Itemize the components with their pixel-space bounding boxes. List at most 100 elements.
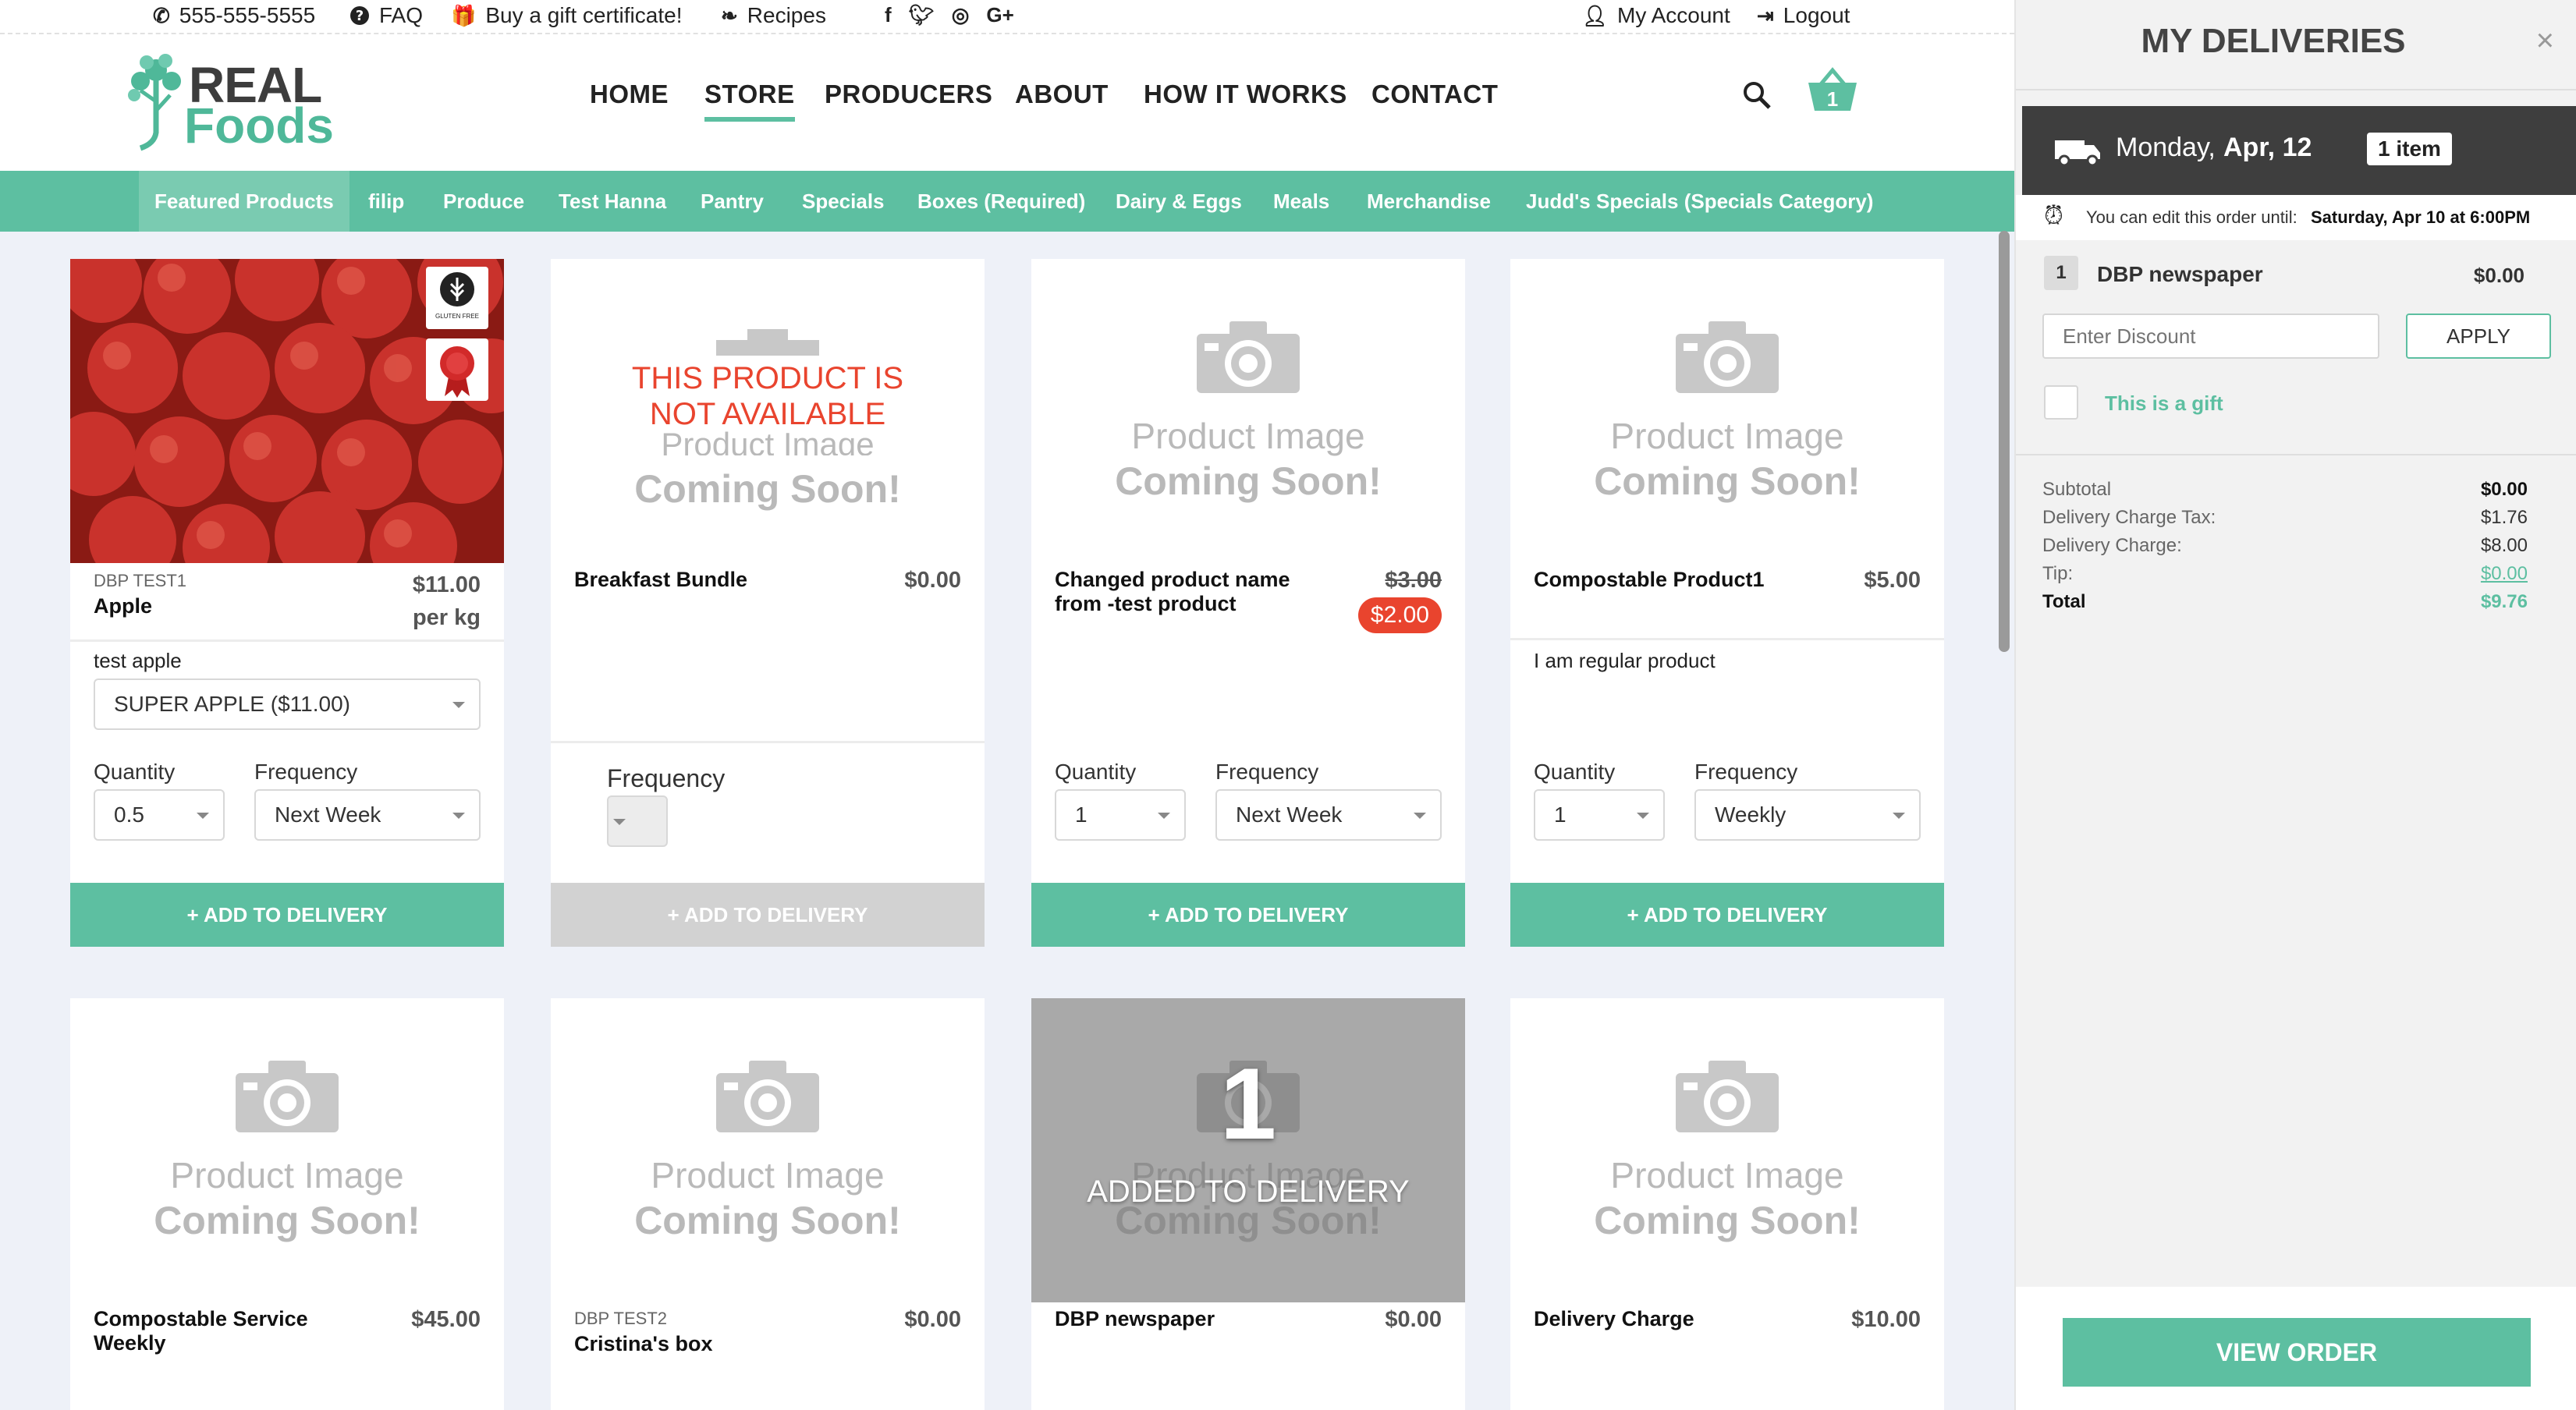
divider [551,741,985,743]
category-pantry[interactable]: Pantry [685,171,779,232]
gift-label[interactable]: This is a gift [2105,391,2223,416]
category-filip[interactable]: filip [353,171,420,232]
divider [2016,89,2576,90]
placeholder-line1: Product Image [170,1155,404,1196]
product-image-placeholder[interactable]: Product Image Coming Soon! [70,998,504,1302]
view-order-button[interactable]: VIEW ORDER [2063,1318,2531,1387]
line-item-name[interactable]: DBP newspaper [2097,262,2263,287]
category-featured-products[interactable]: Featured Products [139,171,349,232]
product-price: $10.00 [1851,1307,1921,1332]
product-name[interactable]: Apple [94,594,359,618]
phone-number: 555-555-5555 [179,3,316,27]
category-merchandise[interactable]: Merchandise [1351,171,1506,232]
nav-how-it-works[interactable]: HOW IT WORKS [1144,80,1347,109]
product-card: Product Image Coming Soon! Compostable S… [70,998,504,1410]
close-icon[interactable]: × [2536,23,2554,58]
placeholder-line1: Product Image [651,1155,885,1196]
quantity-select[interactable]: 1 [1534,789,1665,841]
product-image-placeholder[interactable]: Product Image Coming Soon! [551,998,985,1302]
add-to-delivery-button[interactable]: + ADD TO DELIVERY [551,883,985,947]
product-name[interactable]: Changed product name from -test product [1055,568,1320,616]
frequency-label: Frequency [254,760,358,784]
gift-checkbox[interactable] [2044,385,2078,420]
cart-button[interactable]: 1 [1805,67,1860,114]
question-icon: ? [350,6,369,25]
alarm-clock-icon: ⏰︎ [2044,201,2063,229]
sidebar-title: MY DELIVERIES [2141,22,2406,60]
items-badge: 1 item [2367,133,2452,165]
nav-producers[interactable]: PRODUCERS [825,80,992,109]
delivery-date-bar[interactable]: Monday, Apr, 12 1 item [2022,106,2576,195]
phone-link[interactable]: ✆ 555-555-5555 [153,3,315,28]
frequency-select[interactable]: Next Week [1215,789,1442,841]
category-dairy-eggs[interactable]: Dairy & Eggs [1100,171,1258,232]
page-scrollbar[interactable] [1999,231,2010,652]
totals-row: Tip: $0.00 [2042,563,2528,585]
product-image-placeholder[interactable]: Product Image Coming Soon! [1510,259,1944,563]
frequency-label: Frequency [1215,760,1319,784]
apply-discount-button[interactable]: APPLY [2406,314,2551,359]
product-price: $0.00 [904,568,961,593]
product-name[interactable]: Cristina's box [574,1332,839,1356]
twitter-icon[interactable]: 🐦︎ [909,3,935,27]
nav-home[interactable]: HOME [590,80,669,109]
discount-input[interactable] [2042,314,2379,359]
product-image[interactable]: GLUTEN FREE [70,259,504,563]
added-count: 1 [1219,1047,1277,1160]
category-boxes[interactable]: Boxes (Required) [902,171,1101,232]
instagram-icon[interactable]: ◎ [952,3,970,27]
category-bar: Featured Products filip Produce Test Han… [0,171,2014,232]
category-judds-specials[interactable]: Judd's Specials (Specials Category) [1510,171,1889,232]
google-plus-icon[interactable]: G+ [986,3,1013,27]
nav-about[interactable]: ABOUT [1015,80,1109,109]
recipes-link[interactable]: ❧ Recipes [721,3,826,28]
search-icon[interactable] [1741,80,1772,111]
frequency-select[interactable]: Weekly [1694,789,1921,841]
quantity-label: Quantity [1534,760,1616,784]
product-name[interactable]: Compostable Product1 [1534,568,1799,592]
chevron-down-icon [1893,813,1905,819]
nav-contact[interactable]: CONTACT [1371,80,1498,109]
add-to-delivery-button[interactable]: + ADD TO DELIVERY [1031,883,1465,947]
quantity-select[interactable]: 0.5 [94,789,225,841]
frequency-select[interactable]: Next Week [254,789,481,841]
product-image-placeholder[interactable]: Product Image Coming Soon! [1031,259,1465,563]
product-name[interactable]: DBP newspaper [1055,1307,1320,1331]
nav-store[interactable]: STORE [704,80,795,122]
add-to-delivery-button[interactable]: + ADD TO DELIVERY [70,883,504,947]
frequency-label: Frequency [607,764,726,792]
product-name[interactable]: Compostable Service Weekly [94,1307,359,1355]
logo[interactable]: REAL Foods [117,47,334,156]
totals-row: Total $9.76 [2042,591,2528,612]
frequency-label: Frequency [1694,760,1798,784]
product-image-placeholder[interactable]: Product Image Coming Soon! [1510,998,1944,1302]
faq-link[interactable]: ? FAQ [349,3,423,28]
logout-link[interactable]: ⇥ Logout [1757,3,1850,28]
gift-icon: 🎁 [451,3,477,27]
category-meals[interactable]: Meals [1258,171,1345,232]
product-image-placeholder[interactable]: Product Image Coming Soon! 1 ADDED TO DE… [1031,998,1465,1302]
my-account-link[interactable]: 👤︎ My Account [1582,3,1730,28]
placeholder-line2: Coming Soon! [634,1199,901,1242]
quantity-label: Quantity [94,760,176,784]
totals-row: Subtotal $0.00 [2042,479,2528,500]
frequency-select[interactable] [607,795,668,847]
placeholder-line1: Product Image [1610,1155,1844,1196]
logo-foods-text: Foods [184,97,334,154]
category-specials[interactable]: Specials [786,171,900,232]
category-produce[interactable]: Produce [428,171,540,232]
add-to-delivery-button[interactable]: + ADD TO DELIVERY [1510,883,1944,947]
variant-select[interactable]: SUPER APPLE ($11.00) [94,678,481,730]
product-name[interactable]: Breakfast Bundle [574,568,839,592]
truck-icon [2055,140,2100,167]
chevron-down-icon [613,819,626,825]
product-image-placeholder[interactable]: Product Image Coming Soon! THIS PRODUCT … [551,259,985,563]
product-name[interactable]: Delivery Charge [1534,1307,1799,1331]
category-test-hanna[interactable]: Test Hanna [543,171,682,232]
tip-link[interactable]: $0.00 [2481,563,2528,585]
chevron-down-icon [1637,813,1649,819]
gift-certificate-link[interactable]: 🎁 Buy a gift certificate! [451,3,682,28]
facebook-icon[interactable]: f [885,3,892,27]
quantity-select[interactable]: 1 [1055,789,1186,841]
divider [70,639,504,642]
